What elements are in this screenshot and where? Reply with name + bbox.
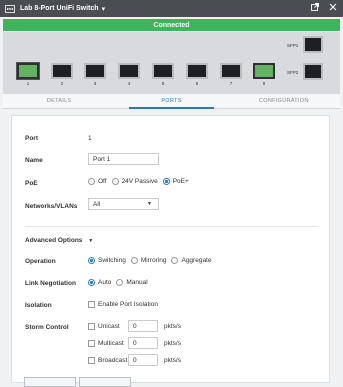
port-settings-panel: Port 1 Name Port 1 PoE Off 24V Passive P… xyxy=(11,115,330,383)
aggregate-radio[interactable]: Aggregate xyxy=(171,256,211,264)
poe-24v-passive-radio[interactable]: 24V Passive xyxy=(111,177,158,185)
auto-radio[interactable]: Auto xyxy=(88,278,111,286)
mirroring-radio[interactable]: Mirroring xyxy=(130,256,166,264)
storm-control-label: Storm Control xyxy=(25,324,69,331)
window-titlebar: Lab 8-Port UniFi Switch ▾ xyxy=(0,0,343,17)
window-title[interactable]: Lab 8-Port UniFi Switch xyxy=(20,5,99,12)
port-isolation-checkbox[interactable]: Enable Port Isolation xyxy=(88,297,158,311)
port-label: 1 xyxy=(26,81,30,86)
switching-radio[interactable]: Switching xyxy=(88,256,126,264)
port-label: 3 xyxy=(93,81,97,86)
unicast-checkbox[interactable]: Unicast xyxy=(88,319,120,333)
tab-configuration[interactable]: CONFIGURATION xyxy=(228,94,340,108)
advanced-options-toggle[interactable]: Advanced Options ▼ xyxy=(25,237,93,244)
name-field-label: Name xyxy=(25,157,43,164)
port-7[interactable] xyxy=(220,63,242,79)
sfp-label: SFP2 xyxy=(287,70,299,75)
port-5[interactable] xyxy=(152,63,174,79)
caret-down-icon: ▼ xyxy=(88,238,94,244)
checkbox[interactable] xyxy=(88,322,95,330)
unicast-rate-input[interactable]: 0 xyxy=(128,320,158,332)
checkbox[interactable] xyxy=(88,356,95,364)
broadcast-rate-input[interactable]: 0 xyxy=(128,354,158,366)
port-label: 6 xyxy=(195,81,199,86)
link-negotiation-radio-group: Auto Manual xyxy=(88,275,153,289)
port-3[interactable] xyxy=(84,63,106,79)
port-4[interactable] xyxy=(118,63,140,79)
apply-button[interactable] xyxy=(24,377,76,387)
cancel-button[interactable] xyxy=(79,377,131,387)
vlan-field-label: Networks/VLANs xyxy=(25,203,78,210)
port-2[interactable] xyxy=(51,63,73,79)
poe-plus-radio[interactable]: PoE+ xyxy=(162,177,189,185)
port-6[interactable] xyxy=(186,63,208,79)
port-1[interactable] xyxy=(16,62,40,80)
radio-button[interactable] xyxy=(171,256,179,264)
dropdown-caret-icon: ▼ xyxy=(147,201,152,207)
port-number-value: 1 xyxy=(88,135,92,142)
port-8[interactable] xyxy=(253,63,275,79)
unicast-unit: pkts/s xyxy=(164,323,181,330)
switch-logo-icon xyxy=(3,2,17,16)
poe-field-label: PoE xyxy=(25,180,38,187)
close-icon[interactable] xyxy=(329,3,337,13)
panel-tabs: DETAILS PORTS CONFIGURATION xyxy=(3,94,340,109)
multicast-rate-input[interactable]: 0 xyxy=(128,337,158,349)
manual-radio[interactable]: Manual xyxy=(116,278,148,286)
sfp-port-1[interactable] xyxy=(303,36,323,53)
port-field-label: Port xyxy=(25,135,38,142)
radio-button-selected[interactable] xyxy=(88,256,95,264)
device-faceplate: 1 2 3 4 5 6 7 8 SFP1 SFP2 xyxy=(3,32,340,94)
port-label: 4 xyxy=(127,81,131,86)
radio-button[interactable] xyxy=(88,177,95,185)
multicast-checkbox[interactable]: Multicast xyxy=(88,336,124,350)
radio-button-selected[interactable] xyxy=(162,177,170,185)
port-name-input[interactable]: Port 1 xyxy=(88,153,159,165)
poe-radio-group: Off 24V Passive PoE+ xyxy=(88,174,194,188)
isolation-field-label: Isolation xyxy=(25,302,52,309)
poe-off-radio[interactable]: Off xyxy=(88,177,107,185)
broadcast-checkbox[interactable]: Broadcast xyxy=(88,353,127,367)
checkbox[interactable] xyxy=(88,300,95,308)
port-label: 2 xyxy=(60,81,64,86)
divider xyxy=(25,226,318,227)
operation-radio-group: Switching Mirroring Aggregate xyxy=(88,253,216,267)
radio-button[interactable] xyxy=(130,256,138,264)
sfp-port-2[interactable] xyxy=(303,63,323,80)
multicast-unit: pkts/s xyxy=(164,340,181,347)
chevron-down-icon[interactable]: ▾ xyxy=(102,5,106,13)
checkbox[interactable] xyxy=(88,339,95,347)
port-label: 8 xyxy=(262,81,266,86)
tab-ports[interactable]: PORTS xyxy=(115,94,227,109)
tab-details[interactable]: DETAILS xyxy=(3,94,115,108)
broadcast-unit: pkts/s xyxy=(164,357,181,364)
port-label: 7 xyxy=(229,81,233,86)
radio-button-selected[interactable] xyxy=(88,278,95,286)
open-external-icon[interactable] xyxy=(311,3,319,13)
radio-button[interactable] xyxy=(116,278,124,286)
connection-status-bar: Connected xyxy=(3,19,340,31)
link-negotiation-label: Link Negotiation xyxy=(25,280,76,287)
operation-field-label: Operation xyxy=(25,258,56,265)
status-text: Connected xyxy=(153,21,190,29)
sfp-label: SFP1 xyxy=(287,43,299,48)
port-label: 5 xyxy=(161,81,165,86)
vlan-select[interactable]: All ▼ xyxy=(88,198,159,210)
radio-button[interactable] xyxy=(111,177,119,185)
